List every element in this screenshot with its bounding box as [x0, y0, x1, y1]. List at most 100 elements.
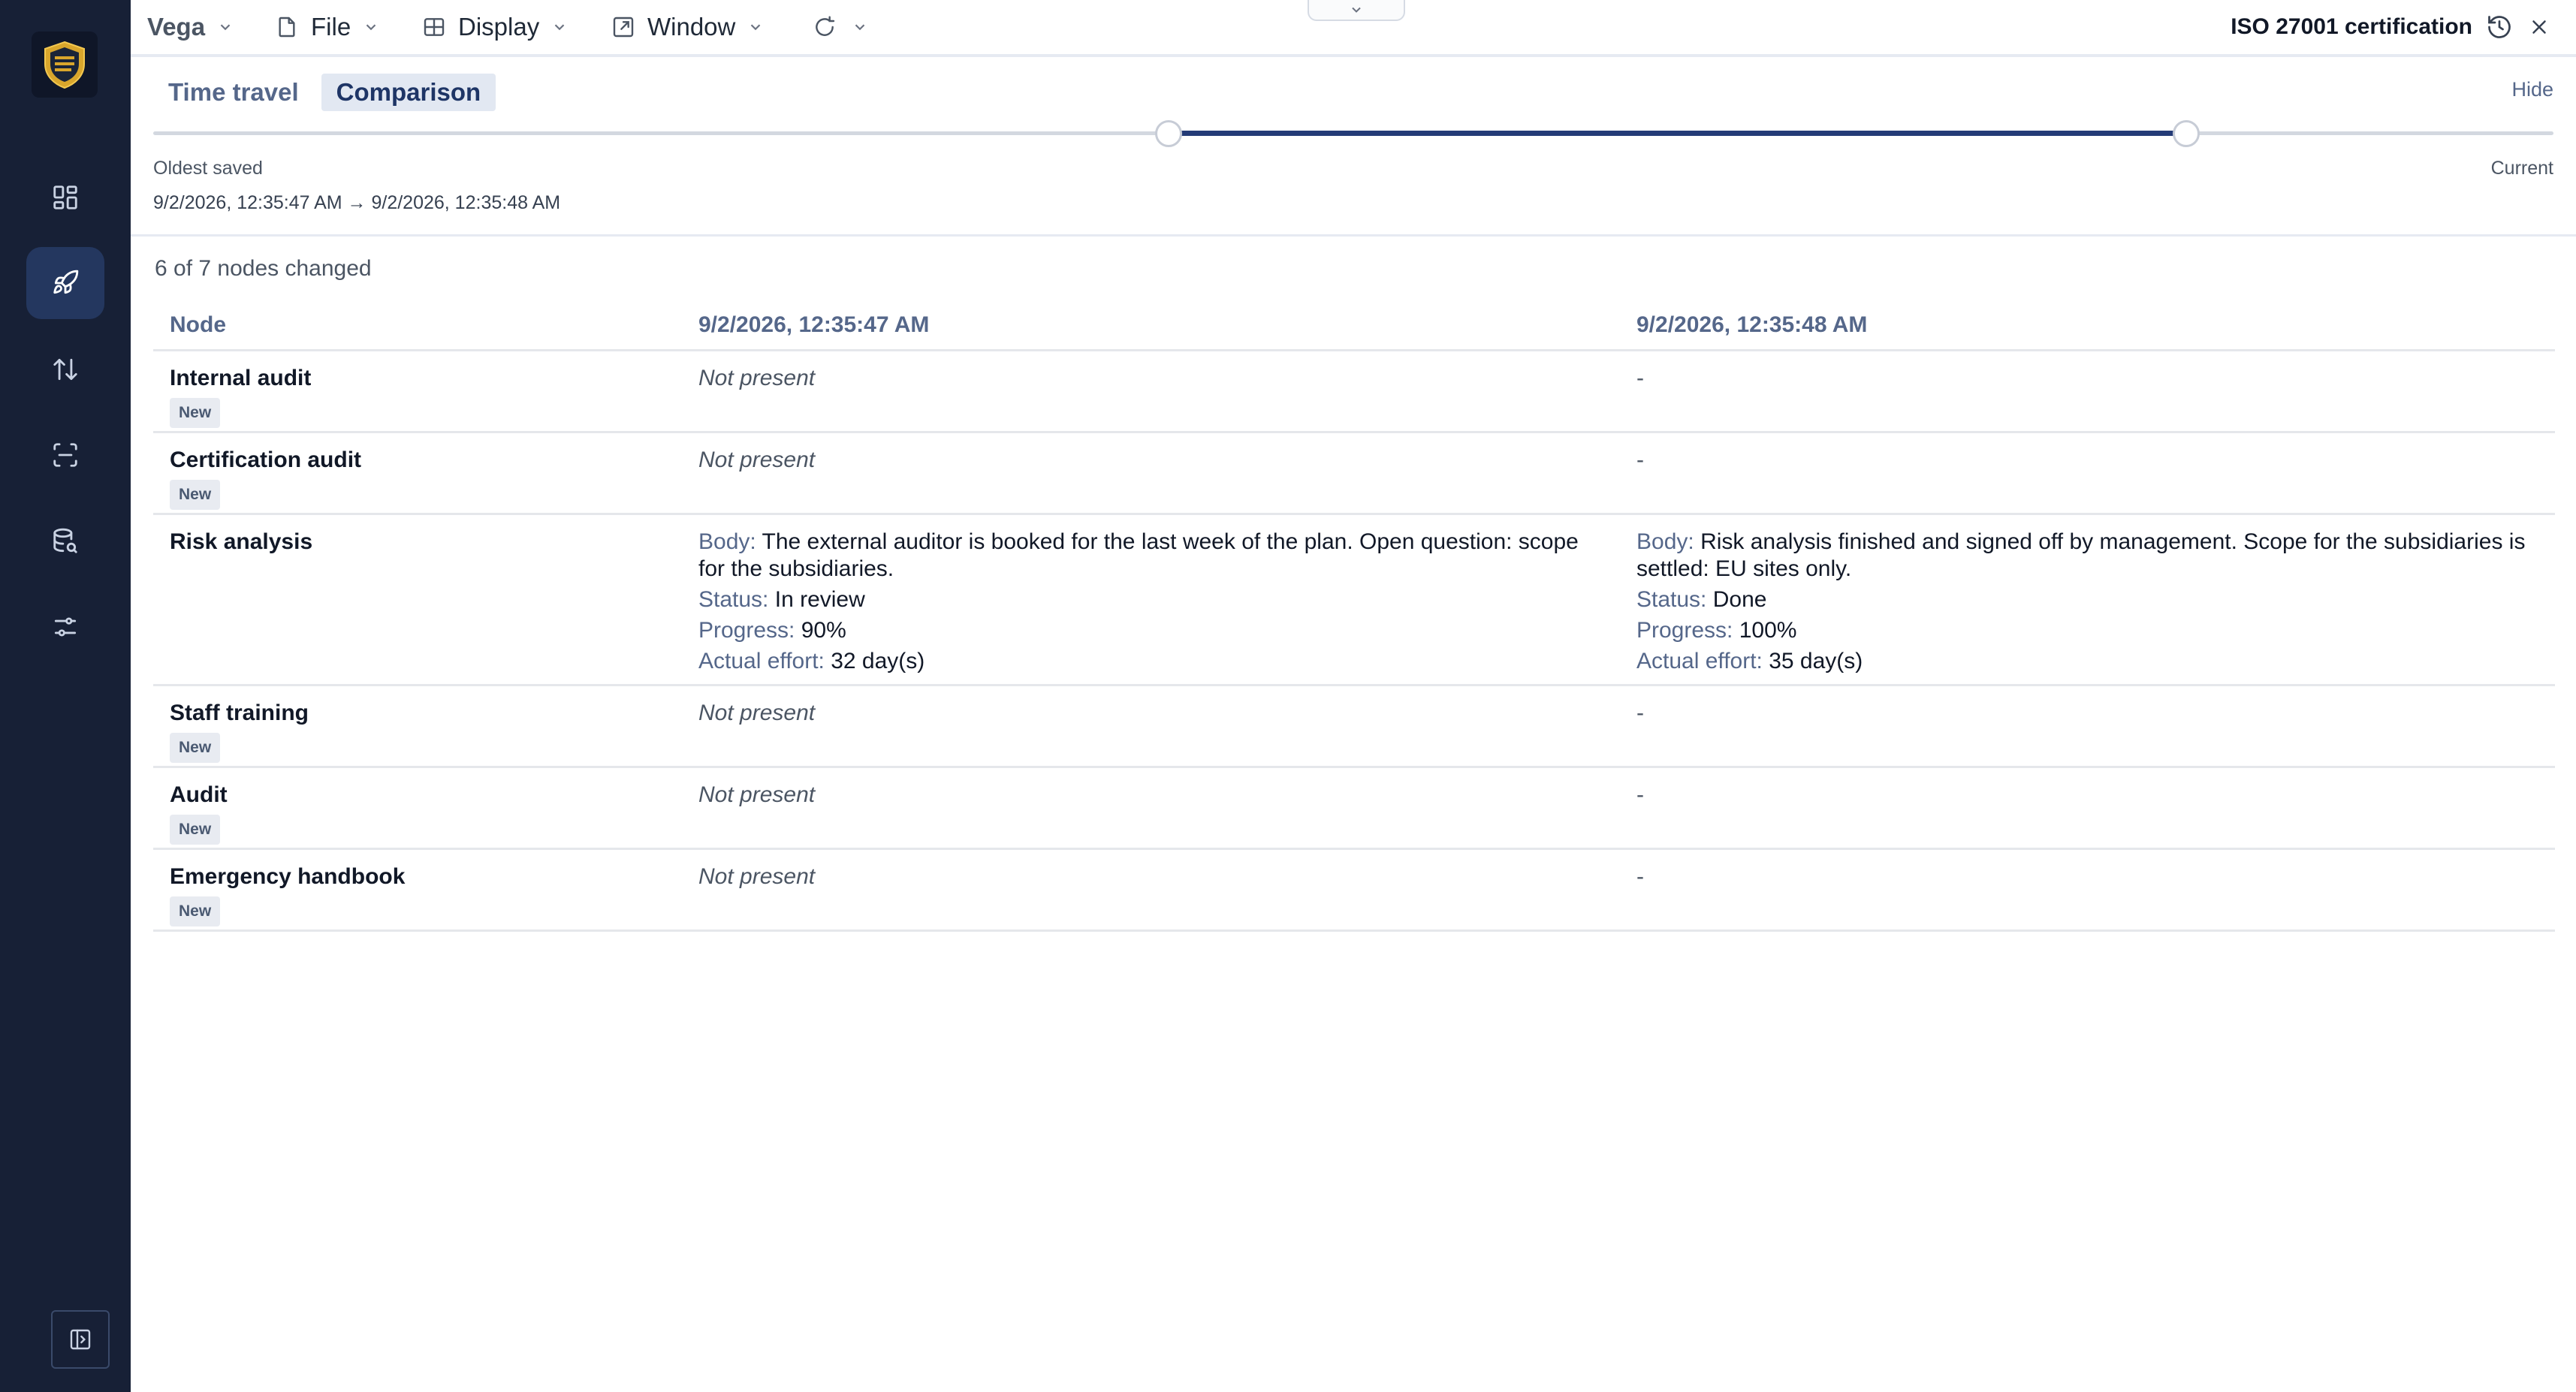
- scan-icon: [53, 443, 77, 467]
- database-search-icon: [53, 528, 77, 553]
- close-icon[interactable]: [2528, 16, 2550, 38]
- brand-menu[interactable]: Vega: [147, 0, 234, 54]
- new-badge: New: [170, 480, 221, 510]
- file-menu[interactable]: File: [275, 0, 379, 54]
- sidebar-toggle-button[interactable]: [51, 1310, 110, 1369]
- node-name: Audit: [170, 782, 228, 807]
- document-title: ISO 27001 certification: [2231, 14, 2472, 39]
- chevron-down-icon: [855, 24, 865, 31]
- chevron-down-icon: [751, 24, 761, 31]
- node-cell: Risk analysis: [170, 529, 312, 556]
- app-logo[interactable]: [32, 32, 98, 98]
- sliders-icon: [54, 617, 77, 637]
- topbar: Vega File Display Window ISO 27001 certi: [131, 0, 2576, 54]
- new-badge: New: [170, 733, 221, 763]
- refresh-menu[interactable]: [813, 0, 868, 54]
- field-key: Actual effort:: [698, 649, 825, 673]
- timetravel-tabs: Time travel Comparison: [153, 74, 496, 111]
- field-key: Actual effort:: [1636, 649, 1763, 673]
- table-row: Audit New Not present -: [153, 768, 2555, 850]
- slider-thumb-start[interactable]: [1154, 120, 1182, 147]
- current-label: Current: [2490, 158, 2553, 179]
- table-row: Certification audit New Not present -: [153, 433, 2555, 515]
- node-name: Emergency handbook: [170, 864, 406, 889]
- field-value: 35 day(s): [1769, 649, 1863, 673]
- panel-divider: [131, 234, 2576, 237]
- table-header: Node 9/2/2026, 12:35:47 AM 9/2/2026, 12:…: [153, 305, 2555, 351]
- field-key: Body:: [698, 529, 756, 554]
- file-menu-label: File: [311, 13, 351, 41]
- new-badge: New: [170, 896, 221, 926]
- panel-pull-tab[interactable]: [1308, 0, 1405, 21]
- field-value: Done: [1712, 587, 1767, 612]
- node-name: Certification audit: [170, 447, 362, 472]
- right-value: -: [1636, 366, 1644, 390]
- field-key: Progress:: [1636, 618, 1733, 643]
- field-value: In review: [774, 587, 865, 612]
- left-value: Body: The external auditor is booked for…: [698, 529, 1600, 675]
- right-value: -: [1636, 782, 1644, 807]
- right-value: -: [1636, 701, 1644, 725]
- chevron-down-icon: [554, 24, 565, 31]
- status-field: Status: In review: [698, 586, 1600, 613]
- field-key: Body:: [1636, 529, 1694, 554]
- window-menu-label: Window: [647, 13, 736, 41]
- sidebar-item-database[interactable]: [26, 505, 104, 577]
- tab-comparison[interactable]: Comparison: [321, 74, 496, 111]
- rocket-icon: [53, 270, 79, 294]
- sidebar: [0, 0, 131, 1392]
- sidebar-item-scan[interactable]: [26, 419, 104, 491]
- new-badge: New: [170, 398, 221, 428]
- body-field: Body: Risk analysis finished and signed …: [1636, 529, 2538, 583]
- slider-selected-range: [1168, 131, 2186, 136]
- history-icon[interactable]: [2486, 14, 2513, 41]
- display-menu[interactable]: Display: [422, 0, 568, 54]
- external-window-icon: [613, 17, 634, 38]
- sidebar-item-dashboard[interactable]: [26, 161, 104, 234]
- node-name: Risk analysis: [170, 529, 313, 554]
- node-cell: Internal audit New: [170, 365, 311, 428]
- column-header-left-timestamp: 9/2/2026, 12:35:47 AM: [698, 312, 930, 337]
- shield-logo-icon: [44, 41, 85, 89]
- window-menu[interactable]: Window: [611, 0, 764, 54]
- tab-time-travel[interactable]: Time travel: [153, 74, 314, 111]
- status-field: Status: Done: [1636, 586, 2538, 613]
- sidebar-item-settings[interactable]: [26, 591, 104, 663]
- slider-thumb-end[interactable]: [2173, 120, 2200, 147]
- document-title-bar: ISO 27001 certification: [2231, 0, 2550, 54]
- field-value: Risk analysis finished and signed off by…: [1636, 529, 2526, 581]
- field-key: Status:: [1636, 587, 1707, 612]
- left-value: Not present: [698, 447, 816, 472]
- sidebar-item-launch[interactable]: [26, 247, 104, 319]
- node-cell: Certification audit New: [170, 447, 361, 510]
- right-value: -: [1636, 864, 1644, 889]
- time-range-slider[interactable]: [153, 120, 2553, 147]
- node-name: Staff training: [170, 701, 309, 725]
- progress-field: Progress: 100%: [1636, 617, 2538, 644]
- change-summary: 6 of 7 nodes changed: [155, 256, 372, 281]
- effort-field: Actual effort: 35 day(s): [1636, 648, 2538, 675]
- node-cell: Audit New: [170, 782, 228, 845]
- sidebar-item-transfer[interactable]: [26, 333, 104, 405]
- grid-icon: [424, 18, 445, 36]
- new-badge: New: [170, 815, 221, 845]
- field-value: 32 day(s): [831, 649, 925, 673]
- table-row: Risk analysis Body: The external auditor…: [153, 515, 2555, 686]
- progress-field: Progress: 90%: [698, 617, 1600, 644]
- node-cell: Staff training New: [170, 700, 309, 763]
- node-name: Internal audit: [170, 366, 312, 390]
- field-value: 90%: [801, 618, 846, 643]
- oldest-saved-label: Oldest saved: [153, 158, 263, 179]
- hide-button[interactable]: Hide: [2511, 78, 2553, 101]
- right-value: -: [1636, 447, 1644, 472]
- node-cell: Emergency handbook New: [170, 863, 405, 926]
- comparison-table: Node 9/2/2026, 12:35:47 AM 9/2/2026, 12:…: [153, 305, 2555, 932]
- table-row: Emergency handbook New Not present -: [153, 850, 2555, 932]
- table-row: Internal audit New Not present -: [153, 351, 2555, 433]
- left-value: Not present: [698, 864, 816, 889]
- chevron-down-icon: [366, 24, 376, 31]
- table-row: Staff training New Not present -: [153, 686, 2555, 768]
- brand-name: Vega: [147, 13, 206, 41]
- field-key: Status:: [698, 587, 769, 612]
- selected-range-text: 9/2/2026, 12:35:47 AM → 9/2/2026, 12:35:…: [153, 192, 561, 213]
